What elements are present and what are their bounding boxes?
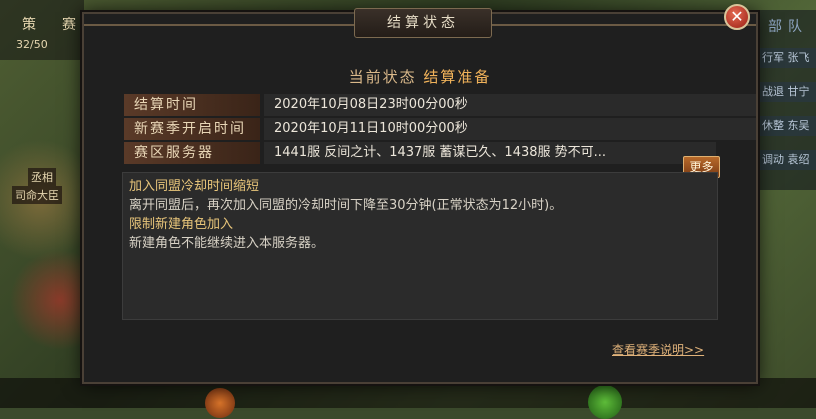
description-text: 新建角色不能继续进入本服务器。 [129,236,325,251]
description-heading: 限制新建角色加入 [129,217,234,232]
row-value: 2020年10月11日10时00分00秒 [264,118,756,140]
row-value: 1441服 反间之计、1437服 蓄谋已久、1438服 势不可... [264,142,716,164]
army-row[interactable]: 行军 张飞 [758,48,816,68]
description-text: 离开同盟后，再次加入同盟的冷却时间下降至30分钟(正常状态为12小时)。 [129,198,563,213]
settlement-dialog: 结算状态 当前状态 结算准备 结算时间 2020年10月08日23时00分00秒… [82,8,758,384]
army-row[interactable]: 战退 甘宁 [758,82,816,102]
close-icon[interactable]: ✕ [724,4,750,30]
bottom-green-orb[interactable] [588,385,622,419]
row-value: 2020年10月08日23时00分00秒 [264,94,756,116]
status-label: 当前状态 [348,68,417,86]
army-panel-title: 部队 [768,19,808,35]
left-tab-ce[interactable]: 策 [22,14,36,34]
dialog-title: 结算状态 [354,8,492,38]
current-status: 当前状态 结算准备 [84,66,756,87]
bottom-action-orb[interactable] [205,388,235,418]
row-label: 赛区服务器 [124,142,260,164]
status-value: 结算准备 [423,68,492,86]
description-box: 加入同盟冷却时间缩短 离开同盟后，再次加入同盟的冷却时间下降至30分钟(正常状态… [122,172,718,320]
troop-count: 32/50 [16,38,48,51]
map-label-minister: 司命大臣 [12,186,62,204]
left-tab-sai[interactable]: 赛 [62,14,76,34]
army-row[interactable]: 休整 东吴 [758,116,816,136]
row-label: 结算时间 [124,94,260,116]
army-row[interactable]: 调动 袁绍 [758,150,816,170]
description-heading: 加入同盟冷却时间缩短 [129,179,260,194]
map-label-chancellor: 丞相 [28,168,56,186]
season-rules-link[interactable]: 查看赛季说明>> [612,341,704,358]
row-label: 新赛季开启时间 [124,118,260,140]
